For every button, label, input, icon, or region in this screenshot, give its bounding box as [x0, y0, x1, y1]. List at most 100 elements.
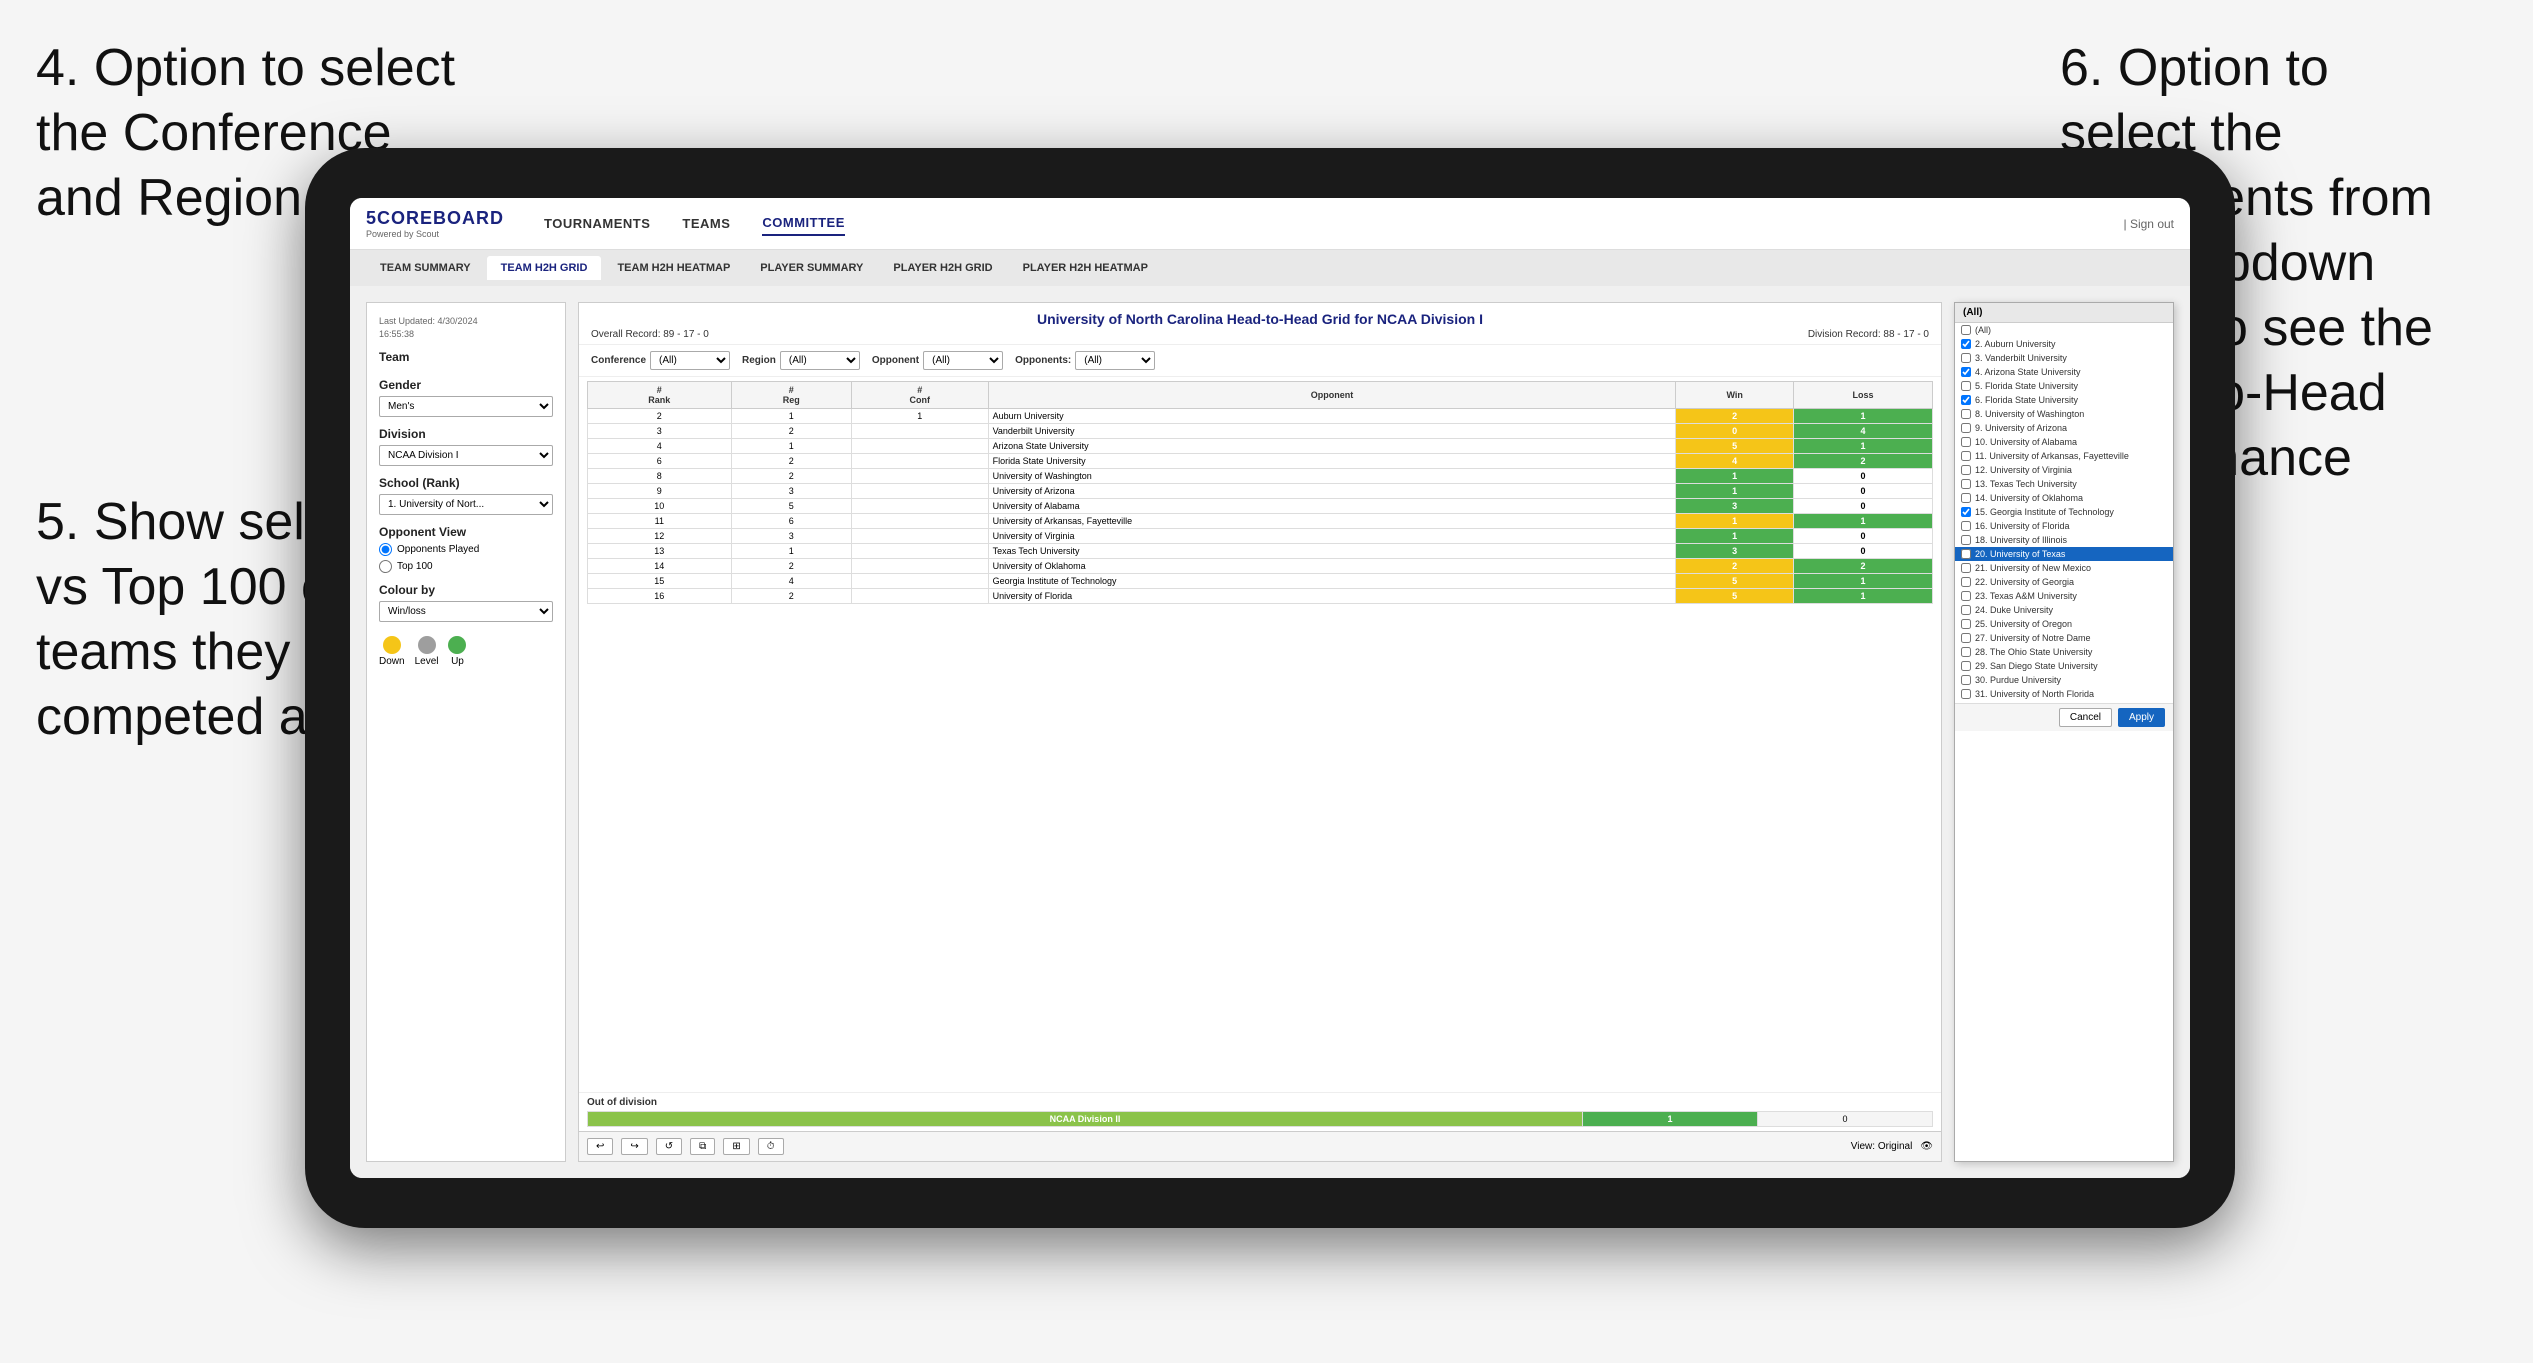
- subnav-player-h2h-grid[interactable]: PLAYER H2H GRID: [879, 256, 1006, 280]
- cell-win: 1: [1676, 484, 1794, 499]
- dropdown-item[interactable]: 5. Florida State University: [1955, 379, 2173, 393]
- dropdown-item[interactable]: 10. University of Alabama: [1955, 435, 2173, 449]
- gender-select[interactable]: Men's: [379, 396, 553, 417]
- conference-select[interactable]: (All): [650, 351, 730, 370]
- subnav-team-h2h-heatmap[interactable]: TEAM H2H HEATMAP: [603, 256, 744, 280]
- col-win: Win: [1676, 382, 1794, 409]
- dropdown-item[interactable]: 9. University of Arizona: [1955, 421, 2173, 435]
- cell-reg: 1: [731, 409, 851, 424]
- cell-win: 1: [1676, 529, 1794, 544]
- dropdown-item[interactable]: 27. University of Notre Dame: [1955, 631, 2173, 645]
- division-select[interactable]: NCAA Division I: [379, 445, 553, 466]
- nav-committee[interactable]: COMMITTEE: [762, 211, 845, 236]
- dropdown-item[interactable]: (All): [1955, 323, 2173, 337]
- signout[interactable]: | Sign out: [2124, 217, 2174, 231]
- dropdown-item[interactable]: 13. Texas Tech University: [1955, 477, 2173, 491]
- cell-conf: [852, 589, 989, 604]
- dropdown-item[interactable]: 15. Georgia Institute of Technology: [1955, 505, 2173, 519]
- region-select[interactable]: (All): [780, 351, 860, 370]
- table-row: 14 2 University of Oklahoma 2 2: [588, 559, 1933, 574]
- dropdown-item[interactable]: 2. Auburn University: [1955, 337, 2173, 351]
- cell-name: University of Washington: [988, 469, 1676, 484]
- dropdown-item[interactable]: 11. University of Arkansas, Fayetteville: [1955, 449, 2173, 463]
- conference-filter-label: Conference: [591, 355, 646, 366]
- radio-top100[interactable]: Top 100: [379, 560, 553, 573]
- cell-rank: 9: [588, 484, 732, 499]
- dropdown-item[interactable]: 24. Duke University: [1955, 603, 2173, 617]
- dropdown-list[interactable]: (All) 2. Auburn University 3. Vanderbilt…: [1955, 323, 2173, 703]
- nav-tournaments[interactable]: TOURNAMENTS: [544, 212, 650, 235]
- cell-reg: 2: [731, 424, 851, 439]
- dropdown-item[interactable]: 21. University of New Mexico: [1955, 561, 2173, 575]
- cell-win: 1: [1676, 514, 1794, 529]
- opponent-dropdown-panel: (All) (All) 2. Auburn University 3. Vand…: [1954, 302, 2174, 1162]
- legend-down-dot: [383, 636, 401, 654]
- cell-win: 5: [1676, 589, 1794, 604]
- copy-btn[interactable]: ⧉: [690, 1138, 715, 1155]
- paste-btn[interactable]: ⊞: [723, 1138, 749, 1155]
- cell-conf: [852, 544, 989, 559]
- cell-reg: 1: [731, 439, 851, 454]
- cell-loss: 2: [1794, 454, 1933, 469]
- cell-loss: 2: [1794, 559, 1933, 574]
- region-filter-label: Region: [742, 355, 776, 366]
- cell-name: University of Arizona: [988, 484, 1676, 499]
- dropdown-item[interactable]: 31. University of North Florida: [1955, 687, 2173, 701]
- opponents-label: Opponents:: [1015, 355, 1071, 366]
- colour-select[interactable]: Win/loss: [379, 601, 553, 622]
- dropdown-header: (All): [1955, 303, 2173, 323]
- dropdown-item[interactable]: 23. Texas A&M University: [1955, 589, 2173, 603]
- cell-reg: 2: [731, 454, 851, 469]
- dropdown-item[interactable]: 20. University of Texas: [1955, 547, 2173, 561]
- apply-button[interactable]: Apply: [2118, 708, 2165, 727]
- subnav-player-h2h-heatmap[interactable]: PLAYER H2H HEATMAP: [1009, 256, 1162, 280]
- opponent-select[interactable]: (All): [923, 351, 1003, 370]
- cell-reg: 1: [731, 544, 851, 559]
- cell-reg: 6: [731, 514, 851, 529]
- out-row: NCAA Division II 1 0: [588, 1112, 1933, 1127]
- dropdown-item[interactable]: 16. University of Florida: [1955, 519, 2173, 533]
- cell-rank: 8: [588, 469, 732, 484]
- opponents-value-select[interactable]: (All): [1075, 351, 1155, 370]
- table-row: 13 1 Texas Tech University 3 0: [588, 544, 1933, 559]
- cell-rank: 11: [588, 514, 732, 529]
- legend-down-label: Down: [379, 656, 405, 667]
- col-rank: #Rank: [588, 382, 732, 409]
- dropdown-item[interactable]: 25. University of Oregon: [1955, 617, 2173, 631]
- dropdown-item[interactable]: 3. Vanderbilt University: [1955, 351, 2173, 365]
- cell-win: 1: [1676, 469, 1794, 484]
- nav-teams[interactable]: TEAMS: [682, 212, 730, 235]
- subnav-player-summary[interactable]: PLAYER SUMMARY: [746, 256, 877, 280]
- school-select[interactable]: 1. University of Nort...: [379, 494, 553, 515]
- dropdown-item[interactable]: 28. The Ohio State University: [1955, 645, 2173, 659]
- radio-opponents-played[interactable]: Opponents Played: [379, 543, 553, 556]
- cell-loss: 0: [1794, 469, 1933, 484]
- subnav-team-summary[interactable]: TEAM SUMMARY: [366, 256, 485, 280]
- cell-loss: 1: [1794, 514, 1933, 529]
- dropdown-item[interactable]: 6. Florida State University: [1955, 393, 2173, 407]
- table-row: 4 1 Arizona State University 5 1: [588, 439, 1933, 454]
- dropdown-item[interactable]: 8. University of Washington: [1955, 407, 2173, 421]
- cell-name: University of Oklahoma: [988, 559, 1676, 574]
- cell-conf: [852, 574, 989, 589]
- cancel-button[interactable]: Cancel: [2059, 708, 2112, 727]
- clock-btn[interactable]: ⏱: [758, 1138, 784, 1155]
- dropdown-item[interactable]: 12. University of Virginia: [1955, 463, 2173, 477]
- region-filter: Region (All): [742, 351, 860, 370]
- dropdown-item[interactable]: 30. Purdue University: [1955, 673, 2173, 687]
- opponent-view-label: Opponent View: [379, 525, 553, 539]
- cell-conf: 1: [852, 409, 989, 424]
- dropdown-item[interactable]: 4. Arizona State University: [1955, 365, 2173, 379]
- logo-sub: Powered by Scout: [366, 229, 504, 239]
- dropdown-item[interactable]: 22. University of Georgia: [1955, 575, 2173, 589]
- dropdown-item[interactable]: 18. University of Illinois: [1955, 533, 2173, 547]
- filter-row: Conference (All) Region (All) Opponent: [579, 345, 1941, 377]
- undo-btn[interactable]: ↩: [587, 1138, 613, 1155]
- redo-btn[interactable]: ↪: [621, 1138, 647, 1155]
- subnav-team-h2h-grid[interactable]: TEAM H2H GRID: [487, 256, 602, 280]
- dropdown-item[interactable]: 14. University of Oklahoma: [1955, 491, 2173, 505]
- refresh-btn[interactable]: ↺: [656, 1138, 682, 1155]
- tablet-frame: 5COREBOARD Powered by Scout TOURNAMENTS …: [305, 148, 2235, 1228]
- dropdown-item[interactable]: 29. San Diego State University: [1955, 659, 2173, 673]
- sidebar: Last Updated: 4/30/2024 16:55:38 Team Ge…: [366, 302, 566, 1162]
